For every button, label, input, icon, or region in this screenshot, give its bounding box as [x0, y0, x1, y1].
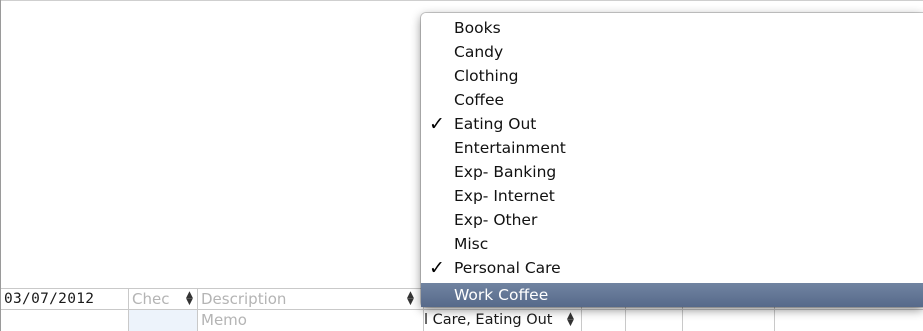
- menu-item-label: Books: [454, 19, 501, 37]
- date-field[interactable]: 03/07/2012: [0, 289, 129, 309]
- menu-item-work-coffee[interactable]: Work Coffee: [421, 283, 923, 307]
- check-number-placeholder: Chec: [132, 290, 170, 308]
- menu-item-coffee[interactable]: Coffee: [421, 88, 923, 112]
- menu-item-label: Entertainment: [454, 139, 566, 157]
- menu-item-label: Exp- Banking: [454, 163, 557, 181]
- description-placeholder: Description: [201, 290, 287, 308]
- up-down-arrows-icon[interactable]: ▲ ▼: [566, 312, 575, 328]
- menu-item-label: Exp- Other: [454, 211, 538, 229]
- window-top-border: [0, 0, 923, 1]
- blank-cell: [0, 310, 129, 331]
- menu-item-label: Eating Out: [454, 115, 537, 133]
- blank-cell: [129, 310, 198, 331]
- menu-item-label: Personal Care: [454, 259, 561, 277]
- menu-item-entertainment[interactable]: Entertainment: [421, 136, 923, 160]
- checkmark-icon: ✓: [429, 113, 445, 135]
- check-number-field[interactable]: Chec ▲ ▼: [129, 289, 198, 309]
- transaction-memo-row: Memo l Care, Eating Out ▲ ▼: [0, 309, 923, 331]
- menu-item-books[interactable]: Books: [421, 16, 923, 40]
- memo-field[interactable]: Memo: [198, 310, 424, 331]
- category-field[interactable]: l Care, Eating Out ▲ ▼: [424, 310, 582, 331]
- menu-item-label: Work Coffee: [454, 286, 549, 304]
- description-field[interactable]: Description ▲ ▼: [198, 289, 424, 309]
- menu-item-clothing[interactable]: Clothing: [421, 64, 923, 88]
- category-value: l Care, Eating Out: [424, 312, 553, 328]
- menu-item-exp-other[interactable]: Exp- Other: [421, 208, 923, 232]
- up-down-arrows-icon[interactable]: ▲ ▼: [406, 291, 415, 307]
- menu-item-label: Clothing: [454, 67, 519, 85]
- window-left-border: [0, 0, 1, 331]
- menu-item-candy[interactable]: Candy: [421, 40, 923, 64]
- menu-item-eating-out[interactable]: ✓ Eating Out: [421, 112, 923, 136]
- menu-item-exp-banking[interactable]: Exp- Banking: [421, 160, 923, 184]
- column-cell: [626, 310, 683, 331]
- menu-item-label: Exp- Internet: [454, 187, 555, 205]
- menu-item-label: Misc: [454, 235, 489, 253]
- menu-item-exp-internet[interactable]: Exp- Internet: [421, 184, 923, 208]
- column-cell: [582, 310, 626, 331]
- menu-item-label: Candy: [454, 43, 504, 61]
- menu-item-label: Coffee: [454, 91, 505, 109]
- menu-item-personal-care[interactable]: ✓ Personal Care: [421, 256, 923, 280]
- memo-placeholder: Memo: [201, 311, 247, 329]
- register-window: 03/07/2012 Chec ▲ ▼ Description ▲ ▼ Memo l…: [0, 0, 923, 331]
- menu-item-misc[interactable]: Misc: [421, 232, 923, 256]
- checkmark-icon: ✓: [429, 257, 445, 279]
- category-popup-menu: Books Candy Clothing Coffee ✓ Eating Out…: [421, 13, 923, 307]
- up-down-arrows-icon[interactable]: ▲ ▼: [185, 291, 194, 307]
- column-cell: [683, 310, 775, 331]
